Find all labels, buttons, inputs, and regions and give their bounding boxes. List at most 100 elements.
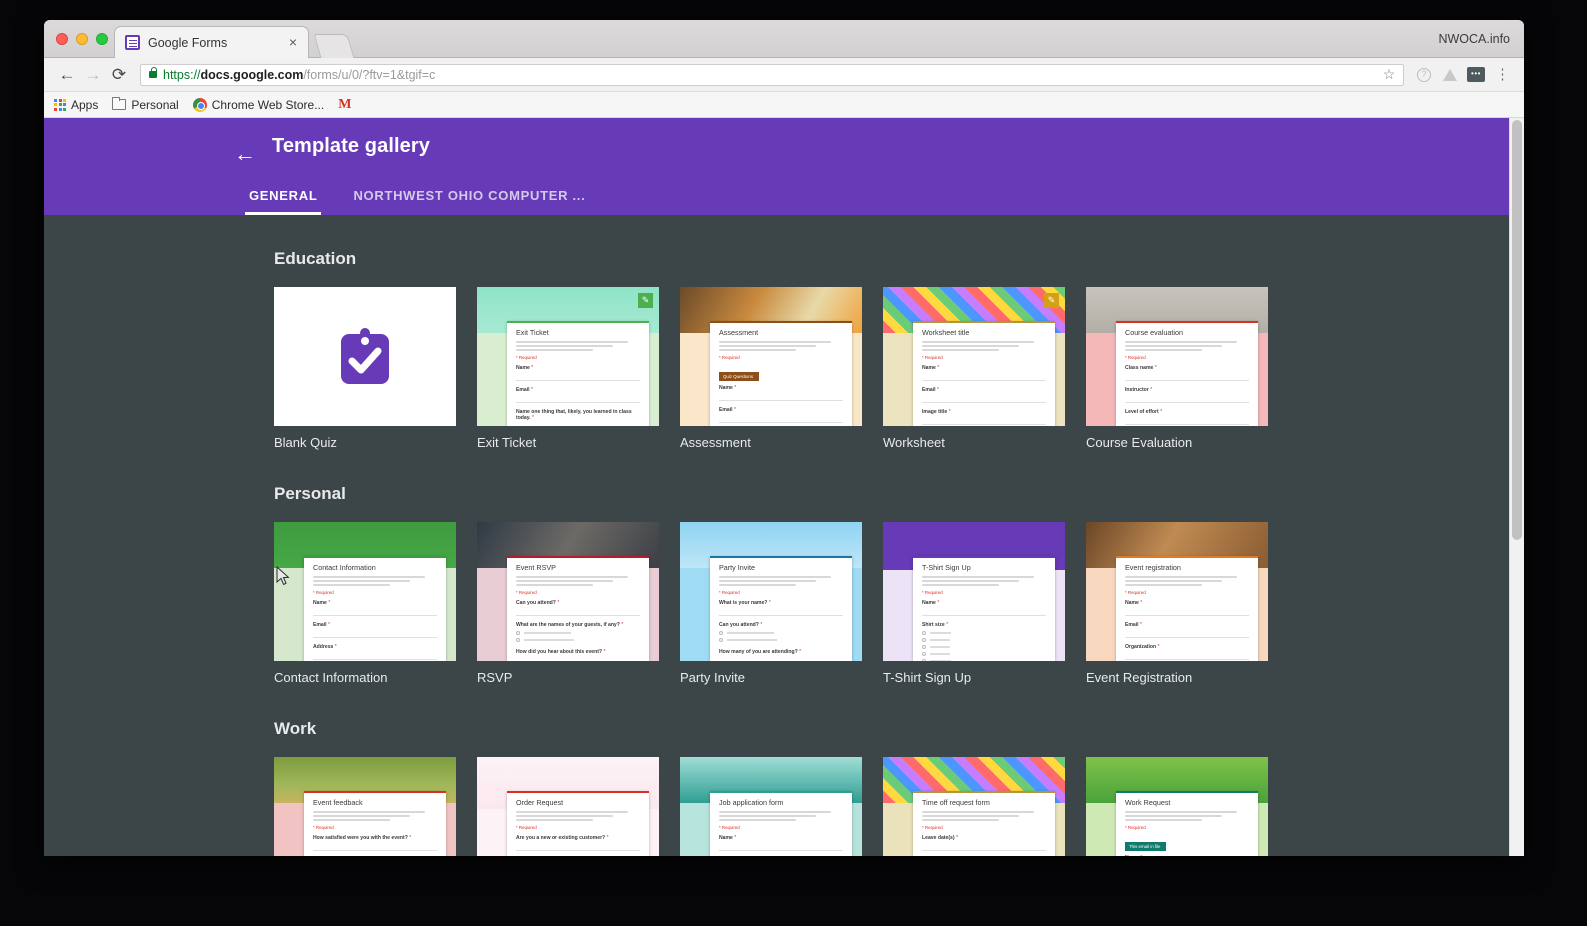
thumb-question: How many of you are attending? *: [719, 649, 802, 655]
template-card[interactable]: Worksheet title * Required Name * Email * Im…: [883, 287, 1065, 450]
thumb-required-note: * Required: [719, 590, 740, 595]
thumbnail-form-preview: Course evaluation * Required Class name * I…: [1116, 321, 1258, 426]
bookmark-apps[interactable]: Apps: [54, 98, 98, 112]
gallery-scroll-area[interactable]: Education Blank Quiz Exit Ticket * Required…: [44, 215, 1524, 856]
template-thumbnail[interactable]: Exit Ticket * Required Name * Email * Name o…: [477, 287, 659, 426]
browser-window: Google Forms × NWOCA.info ← → ⟳ https://…: [44, 20, 1524, 856]
minimize-window-button[interactable]: [76, 33, 88, 45]
url-host: docs.google.com: [200, 67, 304, 82]
template-thumbnail[interactable]: [274, 287, 456, 426]
thumb-form-title: Time off request form: [922, 798, 990, 807]
bookmark-label: Personal: [131, 97, 179, 112]
thumb-question: Can you attend? *: [719, 622, 763, 628]
template-thumbnail[interactable]: Event RSVP * Required Can you attend? * Wha…: [477, 522, 659, 661]
close-icon[interactable]: ×: [286, 35, 300, 50]
template-card[interactable]: Order Request * Required Are you a new or …: [477, 757, 659, 856]
chrome-web-store-icon: [192, 97, 207, 112]
profile-name[interactable]: NWOCA.info: [1438, 32, 1510, 46]
template-card[interactable]: Exit Ticket * Required Name * Email * Name o…: [477, 287, 659, 450]
template-card-label: Party Invite: [680, 670, 746, 685]
dots-extension-icon[interactable]: [1464, 63, 1488, 87]
template-card[interactable]: Event RSVP * Required Can you attend? * Wha…: [477, 522, 659, 685]
template-card-label: Assessment: [680, 435, 751, 450]
bookmark-personal[interactable]: Personal: [112, 96, 179, 112]
help-circle-icon[interactable]: ?: [1412, 63, 1436, 87]
drive-icon[interactable]: [1438, 63, 1462, 87]
bookmarks-bar: Apps Personal Chrome Web Store... M: [44, 92, 1524, 118]
thumb-option: [922, 659, 1046, 661]
template-card-label: Contact Information: [274, 670, 388, 685]
template-card[interactable]: Job application form * Required Name *: [680, 757, 862, 856]
scrollbar-thumb[interactable]: [1512, 120, 1522, 540]
thumb-question: How satisfied were you with the event? *: [313, 835, 412, 841]
google-forms-favicon: [125, 35, 140, 50]
template-card[interactable]: Event feedback * Required How satisfied we…: [274, 757, 456, 856]
thumb-question: Organization *: [1125, 644, 1160, 650]
bookmark-label: Chrome Web Store...: [211, 97, 325, 112]
template-card[interactable]: Blank Quiz: [274, 287, 456, 450]
template-thumbnail[interactable]: Event registration * Required Name * Email …: [1086, 522, 1268, 661]
template-card[interactable]: Work Request * Required This email in file…: [1086, 757, 1268, 856]
bookmark-star-icon[interactable]: ☆: [1381, 66, 1397, 83]
thumb-question: How did you hear about this event? *: [516, 649, 606, 655]
thumb-question: Email *: [922, 387, 939, 393]
template-card[interactable]: Course evaluation * Required Class name * I…: [1086, 287, 1268, 450]
template-thumbnail[interactable]: Job application form * Required Name *: [680, 757, 862, 856]
template-thumbnail[interactable]: Party Invite * Required What is your name?…: [680, 522, 862, 661]
thumb-question: Class name *: [1125, 365, 1157, 371]
thumb-required-note: * Required: [516, 355, 537, 360]
template-card[interactable]: Event registration * Required Name * Email …: [1086, 522, 1268, 685]
template-thumbnail[interactable]: Assessment * Required Quiz Questions Name *…: [680, 287, 862, 426]
thumb-option: [719, 638, 843, 642]
thumb-question: Email *: [719, 407, 736, 413]
template-card-row: Blank Quiz Exit Ticket * Required Name * Ema…: [274, 287, 1524, 450]
thumb-option: [516, 638, 640, 642]
template-thumbnail[interactable]: Contact Information * Required Name * Email…: [274, 522, 456, 661]
template-card-label: Event Registration: [1086, 670, 1193, 685]
thumb-question: Address *: [313, 644, 337, 650]
thumb-question: Email *: [516, 387, 533, 393]
template-thumbnail[interactable]: Worksheet title * Required Name * Email * Im…: [883, 287, 1065, 426]
template-card-row: Event feedback * Required How satisfied we…: [274, 757, 1524, 856]
thumb-question: Can you attend? *: [516, 600, 560, 606]
tab-northwest-ohio-computer[interactable]: NORTHWEST OHIO COMPUTER ...: [335, 188, 603, 215]
thumb-form-title: Party Invite: [719, 563, 755, 572]
gallery-section: Education Blank Quiz Exit Ticket * Required…: [44, 249, 1524, 450]
back-arrow-icon[interactable]: ←: [231, 140, 259, 168]
template-thumbnail[interactable]: Work Request * Required This email in file…: [1086, 757, 1268, 856]
back-icon[interactable]: ←: [54, 62, 80, 88]
template-thumbnail[interactable]: Time off request form * Required Leave dat…: [883, 757, 1065, 856]
template-gallery-header: ← Template gallery GENERAL NORTHWEST OHI…: [44, 118, 1524, 215]
edit-icon[interactable]: ✎: [1044, 293, 1059, 308]
reload-icon[interactable]: ⟳: [106, 62, 132, 88]
thumbnail-form-preview: T-Shirt Sign Up * Required Name * Shirt siz…: [913, 556, 1055, 661]
template-card[interactable]: Contact Information * Required Name * Email…: [274, 522, 456, 685]
template-card[interactable]: Time off request form * Required Leave dat…: [883, 757, 1065, 856]
chrome-menu-icon[interactable]: ⋮: [1490, 63, 1514, 87]
bookmark-chrome-web-store[interactable]: Chrome Web Store...: [192, 97, 325, 112]
browser-tab[interactable]: Google Forms ×: [114, 26, 309, 58]
edit-icon[interactable]: ✎: [638, 293, 653, 308]
template-thumbnail[interactable]: Order Request * Required Are you a new or …: [477, 757, 659, 856]
vertical-scrollbar[interactable]: [1509, 118, 1524, 856]
close-window-button[interactable]: [56, 33, 68, 45]
template-card[interactable]: Party Invite * Required What is your name?…: [680, 522, 862, 685]
thumbnail-form-preview: Exit Ticket * Required Name * Email * Name o…: [507, 321, 649, 426]
template-thumbnail[interactable]: Course evaluation * Required Class name * I…: [1086, 287, 1268, 426]
template-card-label: Course Evaluation: [1086, 435, 1193, 450]
tab-general[interactable]: GENERAL: [231, 188, 335, 215]
template-thumbnail[interactable]: T-Shirt Sign Up * Required Name * Shirt siz…: [883, 522, 1065, 661]
template-thumbnail[interactable]: Event feedback * Required How satisfied we…: [274, 757, 456, 856]
thumb-required-note: * Required: [516, 590, 537, 595]
gallery-tabs: GENERAL NORTHWEST OHIO COMPUTER ...: [231, 171, 603, 215]
maximize-window-button[interactable]: [96, 33, 108, 45]
bookmark-gmail[interactable]: M: [338, 97, 351, 112]
template-card[interactable]: Assessment * Required Quiz Questions Name *…: [680, 287, 862, 450]
address-bar[interactable]: https://docs.google.com/forms/u/0/?ftv=1…: [140, 63, 1404, 86]
new-tab-button[interactable]: [313, 34, 355, 58]
template-card[interactable]: T-Shirt Sign Up * Required Name * Shirt siz…: [883, 522, 1065, 685]
thumb-option: [516, 631, 640, 635]
thumbnail-form-preview: Worksheet title * Required Name * Email * Im…: [913, 321, 1055, 426]
thumb-required-note: * Required: [313, 825, 334, 830]
section-title: Work: [274, 719, 317, 738]
